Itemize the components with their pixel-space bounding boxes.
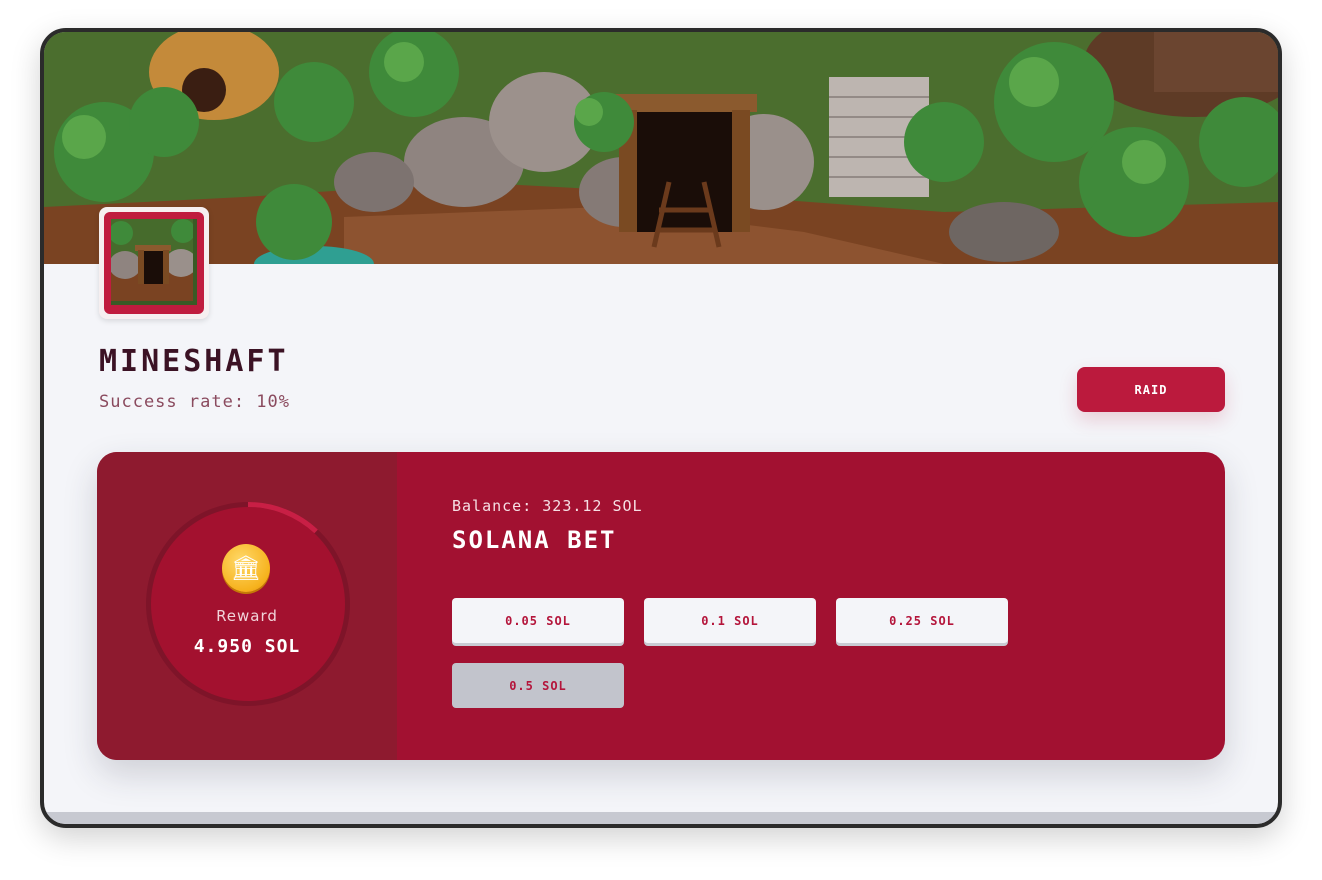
- bottom-bar: [44, 812, 1278, 824]
- bank-icon: 🏛: [222, 544, 270, 592]
- bet-option-0-1[interactable]: 0.1 SOL: [644, 598, 816, 643]
- success-rate: Success rate: 10%: [99, 392, 290, 412]
- raid-button[interactable]: RAID: [1077, 367, 1225, 412]
- bet-option-0-05[interactable]: 0.05 SOL: [452, 598, 624, 643]
- reward-progress-ring: [146, 502, 350, 706]
- balance-text: Balance: 323.12 SOL: [452, 497, 643, 515]
- mineshaft-banner-image: [44, 32, 1278, 264]
- bet-title: SOLANA BET: [452, 526, 617, 554]
- bet-option-0-5[interactable]: 0.5 SOL: [452, 663, 624, 708]
- reward-panel: 🏛 Reward 4.950 SOL: [97, 452, 397, 760]
- bet-card: 🏛 Reward 4.950 SOL Balance: 323.12 SOL S…: [97, 452, 1225, 760]
- game-window: MINESHAFT Success rate: 10% RAID 🏛 Rewar…: [40, 28, 1282, 828]
- bet-option-0-25[interactable]: 0.25 SOL: [836, 598, 1008, 643]
- reward-value: 4.950 SOL: [193, 636, 301, 657]
- reward-label: Reward: [216, 607, 278, 625]
- location-thumbnail: [99, 207, 209, 319]
- location-title: MINESHAFT: [99, 344, 289, 379]
